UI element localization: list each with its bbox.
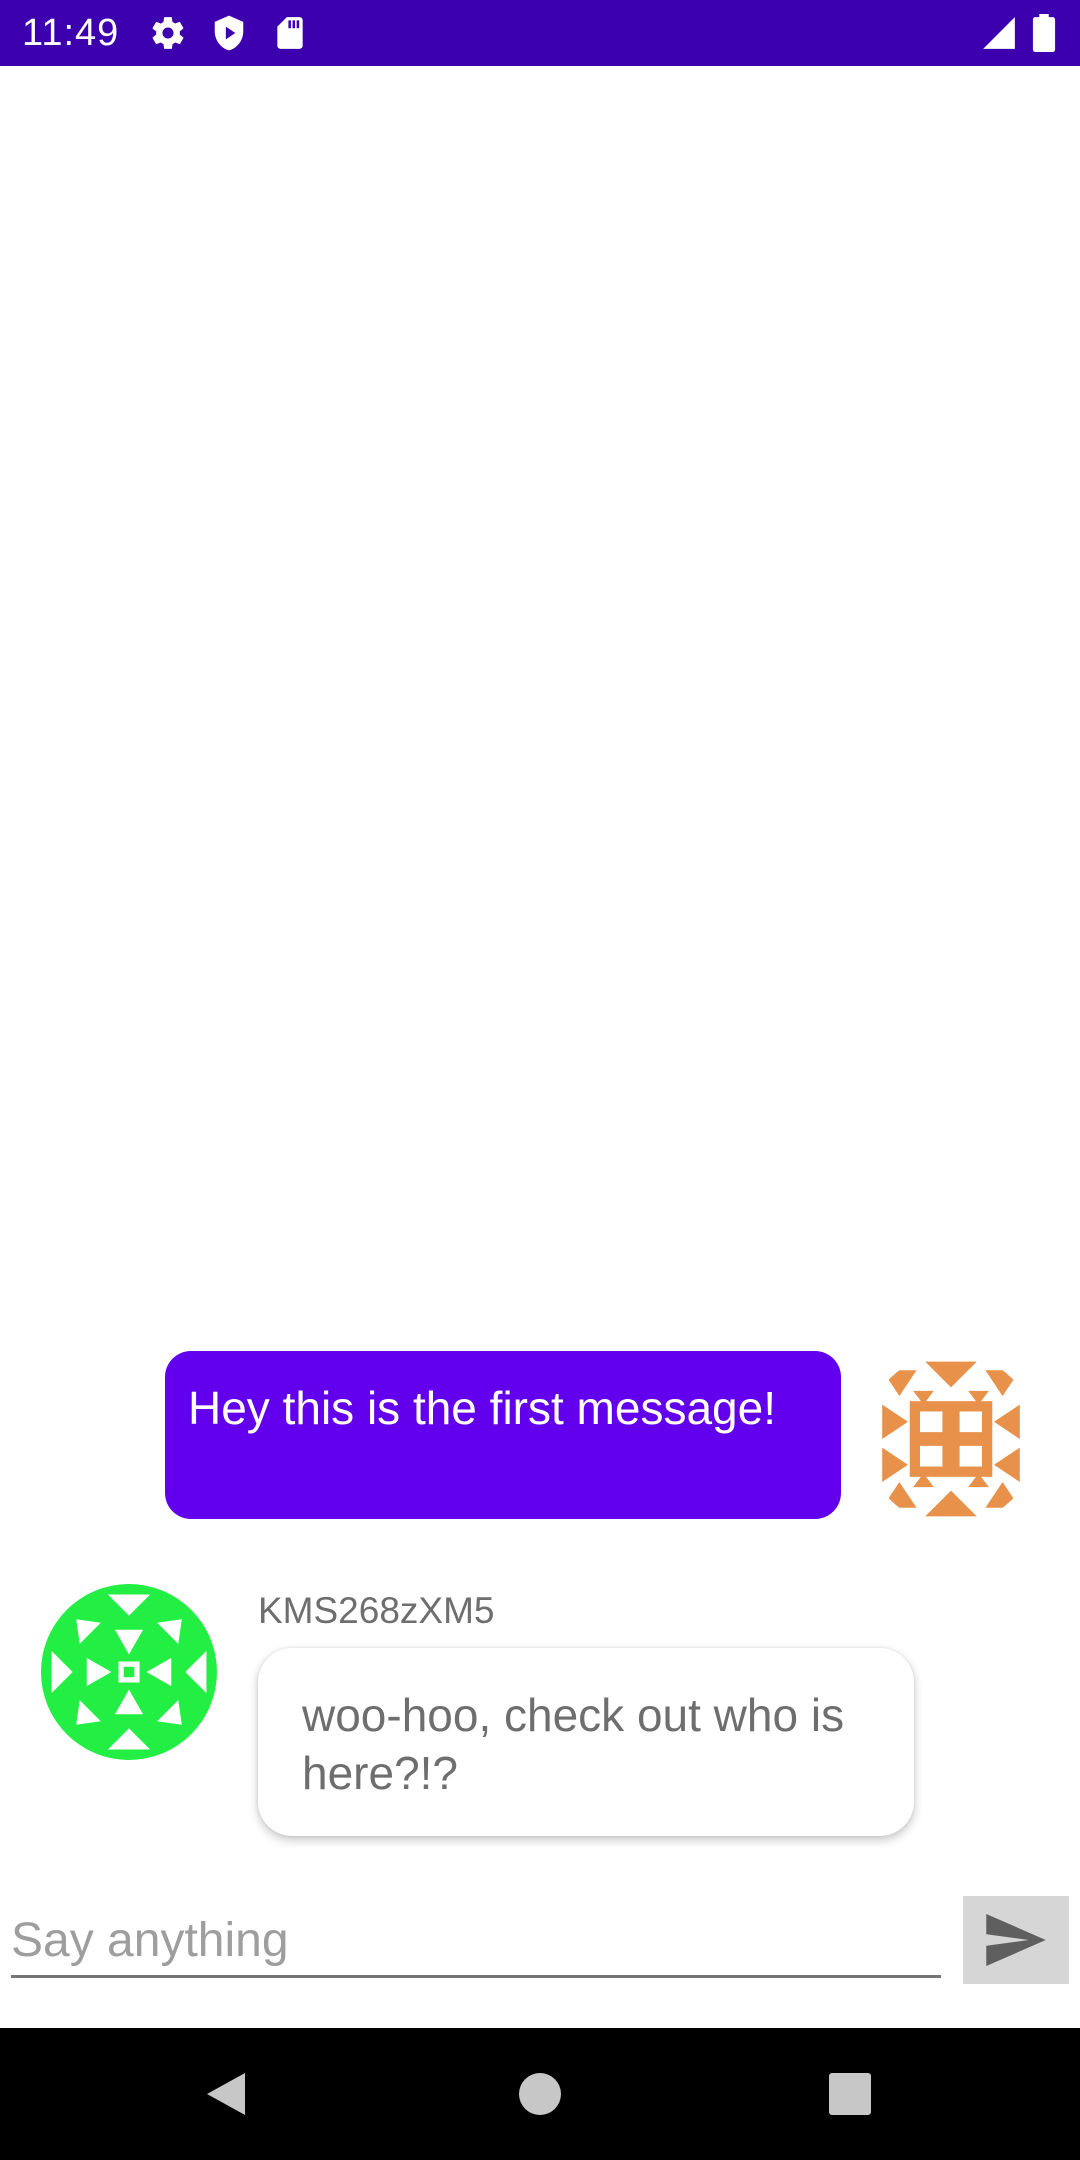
home-button[interactable] (504, 2058, 576, 2130)
signal-icon (980, 14, 1018, 52)
avatar (41, 1584, 217, 1760)
identicon-green-icon (41, 1584, 217, 1760)
incoming-message-text: woo-hoo, check out who is here?!? (302, 1689, 845, 1799)
incoming-message-bubble: woo-hoo, check out who is here?!? (258, 1648, 914, 1836)
shield-play-icon (210, 14, 248, 52)
status-bar: 11:49 (0, 0, 1080, 66)
send-button[interactable] (963, 1896, 1069, 1984)
identicon-orange-icon (865, 1353, 1037, 1525)
sender-name: KMS268zXM5 (258, 1590, 495, 1631)
sd-card-icon (271, 14, 309, 52)
message-input[interactable] (11, 1906, 941, 1978)
status-time: 11:49 (22, 12, 120, 54)
send-icon (986, 1914, 1046, 1966)
home-icon (519, 2073, 561, 2115)
battery-icon (1030, 14, 1058, 52)
outgoing-message-bubble: Hey this is the first message! (165, 1351, 841, 1519)
recents-button[interactable] (814, 2058, 886, 2130)
navigation-bar (0, 2028, 1080, 2160)
outgoing-message-text: Hey this is the first message! (188, 1382, 776, 1434)
chat-screen: 11:49 Hey this is the first message! KMS… (0, 0, 1080, 2160)
avatar (865, 1353, 1037, 1525)
gear-icon (149, 14, 187, 52)
back-button[interactable] (190, 2058, 262, 2130)
back-icon (207, 2073, 245, 2115)
recents-icon (829, 2073, 871, 2115)
